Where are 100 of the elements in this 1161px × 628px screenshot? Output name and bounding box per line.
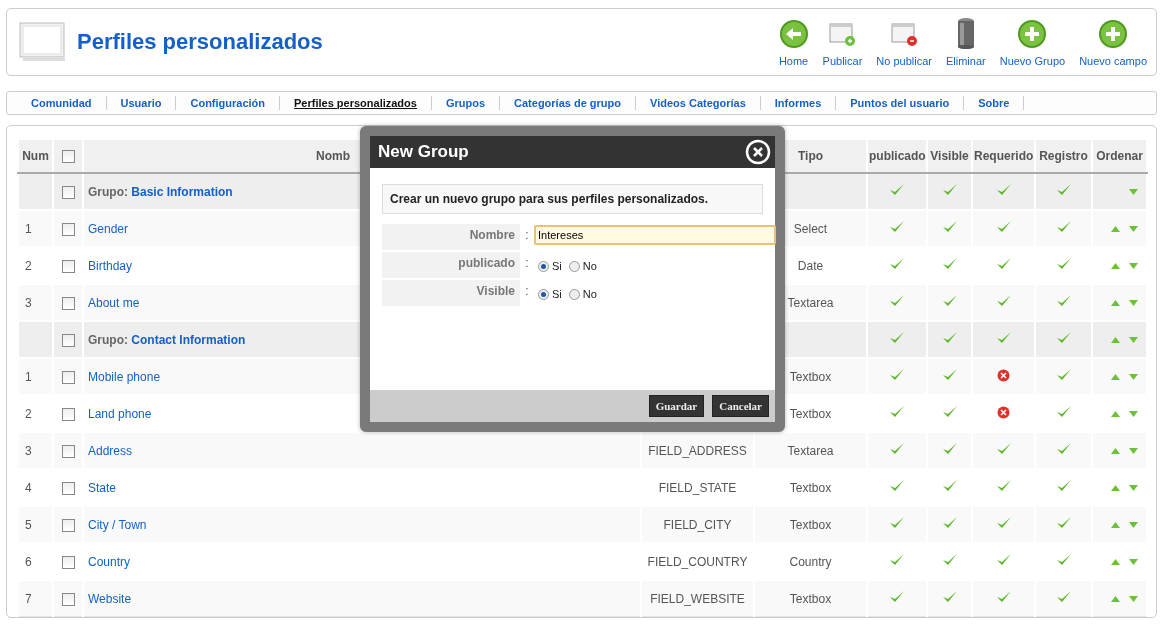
row-number: 5 xyxy=(25,517,32,532)
field-code: FIELD_CITY xyxy=(663,517,732,532)
column-header: Num xyxy=(18,139,53,173)
name-field[interactable]: Intereses xyxy=(534,225,776,245)
nav-link[interactable]: Informes xyxy=(760,96,837,110)
nav-link[interactable]: Comunidad xyxy=(17,96,107,110)
radio-label: Si xyxy=(552,260,562,272)
down-arrow-icon[interactable] xyxy=(1129,300,1138,307)
down-arrow-icon[interactable] xyxy=(1129,374,1138,381)
row-checkbox[interactable] xyxy=(61,296,75,310)
toolbar-button[interactable]: Nuevo Grupo xyxy=(994,19,1071,75)
radio-label: No xyxy=(582,288,597,300)
down-arrow-icon[interactable] xyxy=(1129,485,1138,492)
nav-link[interactable]: Configuración xyxy=(176,96,281,110)
row-number: 4 xyxy=(25,480,32,495)
up-arrow-icon[interactable] xyxy=(1110,263,1120,270)
row-checkbox[interactable] xyxy=(61,259,75,273)
field-link[interactable]: Birthday xyxy=(88,258,133,273)
group-label: Grupo: xyxy=(88,332,128,347)
field-link[interactable]: State xyxy=(88,480,117,495)
up-arrow-icon[interactable] xyxy=(1110,411,1120,418)
dialog-button[interactable]: Guardar xyxy=(648,395,705,417)
row-checkbox[interactable] xyxy=(61,481,75,495)
toolbar-button[interactable]: Home xyxy=(773,19,814,75)
dialog-title: New Group xyxy=(378,142,469,162)
up-arrow-icon[interactable] xyxy=(1110,485,1120,492)
row-checkbox[interactable] xyxy=(61,370,75,384)
row-number: 3 xyxy=(25,443,32,458)
group-link[interactable]: Contact Information xyxy=(131,332,246,347)
toolbar-button[interactable]: No publicar xyxy=(871,19,937,75)
up-arrow-icon[interactable] xyxy=(1110,226,1120,233)
field-type: Textbox xyxy=(789,480,832,495)
down-arrow-icon[interactable] xyxy=(1129,522,1138,529)
up-arrow-icon[interactable] xyxy=(1110,374,1120,381)
row-checkbox[interactable] xyxy=(61,518,75,532)
plus-circle-icon xyxy=(1098,19,1129,49)
row-checkbox[interactable] xyxy=(61,185,75,199)
up-arrow-icon[interactable] xyxy=(1110,522,1120,529)
nav-link[interactable]: Usuario xyxy=(106,96,177,110)
field-label: Visible xyxy=(382,280,520,306)
column-header: Registro xyxy=(1035,139,1092,173)
field-type: Textbox xyxy=(789,591,832,606)
field-link[interactable]: Country xyxy=(88,554,131,569)
field-type: Date xyxy=(797,258,824,273)
field-link[interactable]: Land phone xyxy=(88,406,152,421)
field-link[interactable]: Address xyxy=(88,443,133,458)
field-type: Select xyxy=(793,221,828,236)
row-checkbox[interactable] xyxy=(61,555,75,569)
field-link[interactable]: City / Town xyxy=(88,517,147,532)
field-link[interactable]: Gender xyxy=(88,221,129,236)
nav-link[interactable]: Puntos del usuario xyxy=(836,96,965,110)
column-header: Ordenar xyxy=(1092,139,1147,173)
nav-link[interactable]: Videos Categorías xyxy=(636,96,761,110)
field-code: FIELD_STATE xyxy=(658,480,737,495)
up-arrow-icon[interactable] xyxy=(1110,337,1120,344)
plus-circle-icon xyxy=(1017,19,1048,49)
row-number: 3 xyxy=(25,295,32,310)
row-checkbox[interactable] xyxy=(61,592,75,606)
row-checkbox[interactable] xyxy=(61,444,75,458)
toolbar-button[interactable]: Eliminar xyxy=(940,17,991,75)
up-arrow-icon[interactable] xyxy=(1110,300,1120,307)
row-checkbox[interactable] xyxy=(61,333,75,347)
group-link[interactable]: Basic Information xyxy=(131,184,233,199)
dialog-button[interactable]: Cancelar xyxy=(712,395,769,417)
close-button[interactable] xyxy=(745,139,771,165)
down-arrow-icon[interactable] xyxy=(1129,263,1138,270)
select-all-checkbox[interactable] xyxy=(61,150,75,164)
field-link[interactable]: About me xyxy=(88,295,140,310)
colon-text: : xyxy=(524,227,530,244)
down-arrow-icon[interactable] xyxy=(1129,448,1138,455)
down-arrow-icon[interactable] xyxy=(1129,559,1138,566)
field-link[interactable]: Website xyxy=(88,591,132,606)
radio-button[interactable] xyxy=(538,260,549,272)
up-arrow-icon[interactable] xyxy=(1110,596,1120,603)
field-code: FIELD_WEBSITE xyxy=(650,591,745,606)
down-arrow-icon[interactable] xyxy=(1129,189,1138,196)
field-label: Nombre xyxy=(382,224,520,250)
nav-link[interactable]: Sobre xyxy=(964,96,1025,110)
row-number: 6 xyxy=(25,554,32,569)
row-number: 1 xyxy=(25,369,32,384)
row-checkbox[interactable] xyxy=(61,407,75,421)
row-number: 2 xyxy=(25,406,32,421)
down-arrow-icon[interactable] xyxy=(1129,226,1138,233)
field-link[interactable]: Mobile phone xyxy=(88,369,161,384)
down-arrow-icon[interactable] xyxy=(1129,596,1138,603)
nav-link[interactable]: Grupos xyxy=(431,96,501,110)
column-header: Visible xyxy=(927,139,972,173)
field-type: Textbox xyxy=(789,369,832,384)
down-arrow-icon[interactable] xyxy=(1129,337,1138,344)
toolbar-button[interactable]: Publicar xyxy=(817,19,868,75)
toolbar-button[interactable]: Nuevo campo xyxy=(1074,19,1152,75)
up-arrow-icon[interactable] xyxy=(1110,559,1120,566)
nav-link[interactable]: Perfiles personalizados xyxy=(280,96,432,110)
nav-link[interactable]: Categorías de grupo xyxy=(500,96,636,110)
row-checkbox[interactable] xyxy=(61,222,75,236)
up-arrow-icon[interactable] xyxy=(1110,448,1120,455)
radio-button[interactable] xyxy=(568,260,580,272)
down-arrow-icon[interactable] xyxy=(1129,411,1138,418)
radio-button[interactable] xyxy=(538,288,549,300)
radio-button[interactable] xyxy=(568,288,580,300)
